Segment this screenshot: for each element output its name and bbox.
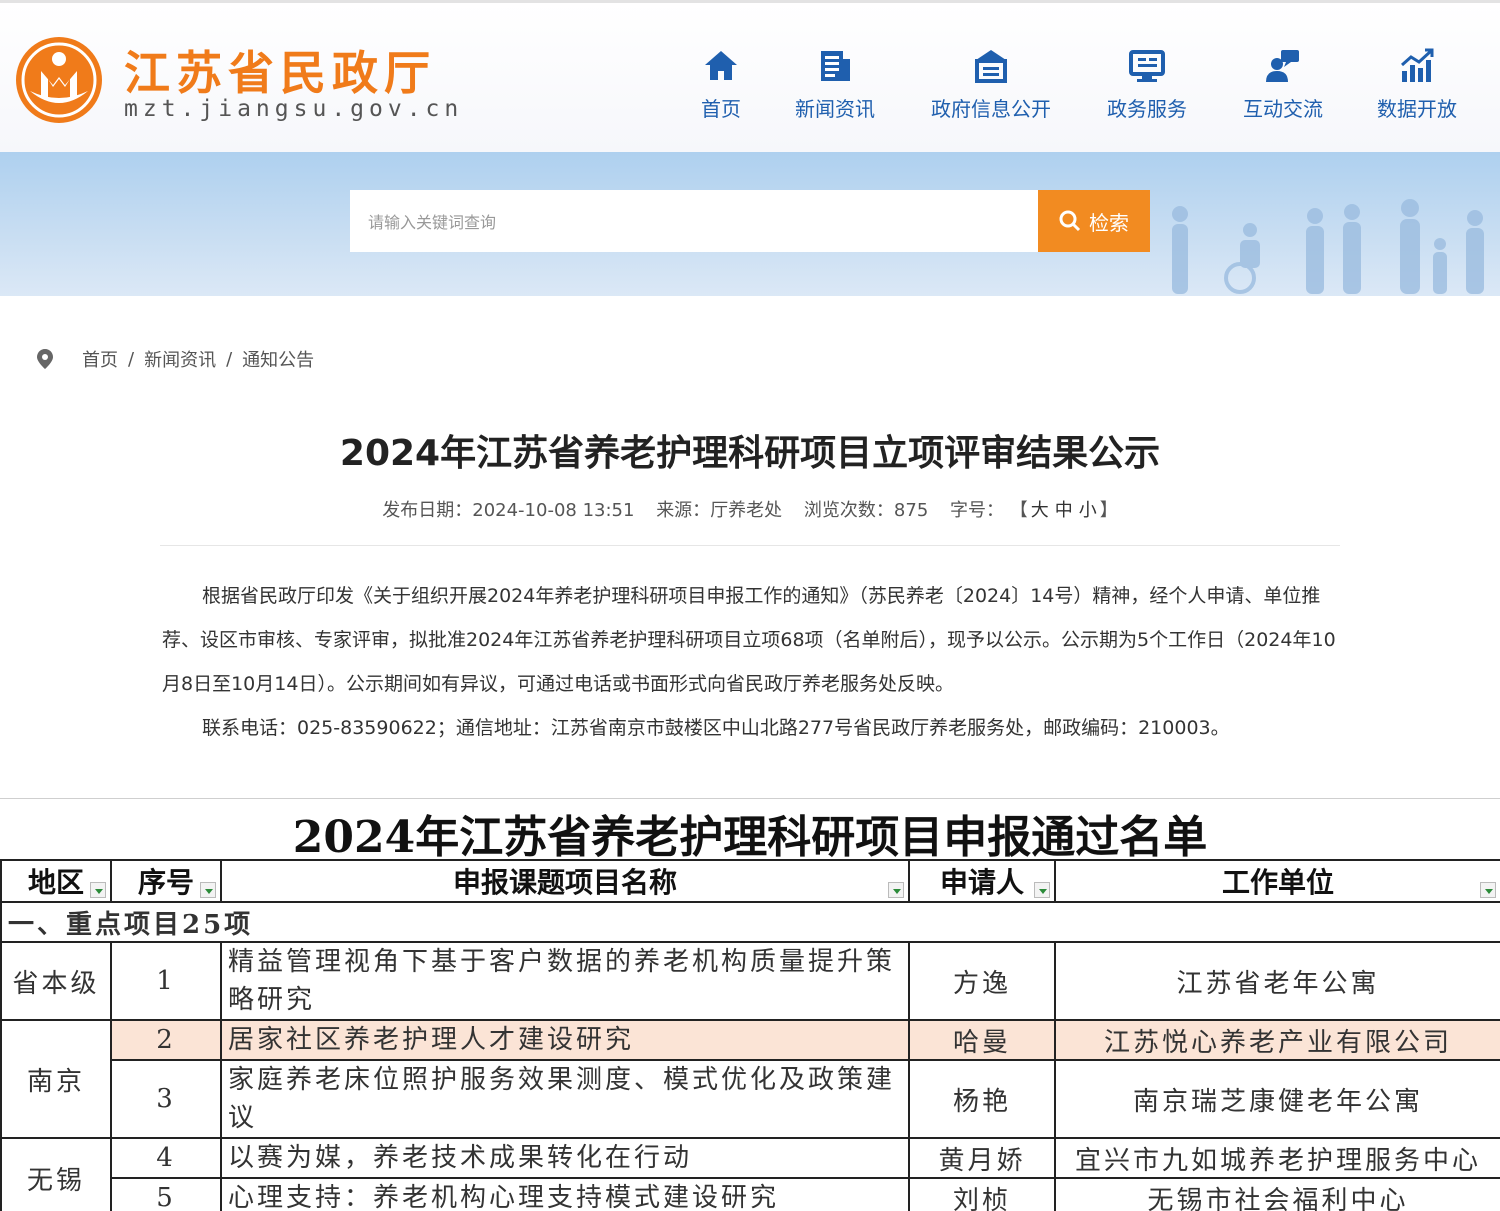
cell-project-name: 以赛为媒，养老技术成果转化在行动 <box>220 1137 910 1179</box>
cell-number: 5 <box>110 1177 222 1211</box>
filter-dropdown-icon[interactable] <box>1480 882 1496 898</box>
cell-unit: 南京瑞芝康健老年公寓 <box>1054 1059 1500 1139</box>
nav-item-open-data[interactable]: 数据开放 <box>1347 47 1487 122</box>
breadcrumb: 首页 / 新闻资讯 / 通知公告 <box>36 346 314 372</box>
cell-number: 3 <box>110 1059 222 1139</box>
header-applicant: 申请人 <box>908 859 1056 903</box>
cell-region: 省本级 <box>0 941 112 1021</box>
article-source: 来源：厅养老处 <box>656 500 783 521</box>
article-body: 根据省民政厅印发《关于组织开展2024年养老护理科研项目申报工作的通知》（苏民养… <box>162 574 1342 750</box>
nav-label: 政务服务 <box>1107 97 1187 121</box>
service-monitor-icon <box>1129 50 1165 82</box>
nav-label: 新闻资讯 <box>795 97 875 121</box>
font-size-medium[interactable]: 中 <box>1055 500 1073 521</box>
table-row: 5 心理支持：养老机构心理支持模式建设研究 刘桢 无锡市社会福利中心 <box>1 1177 1500 1211</box>
cell-project-name: 家庭养老床位照护服务效果测度、模式优化及政策建议 <box>220 1059 910 1139</box>
cell-applicant: 哈曼 <box>908 1019 1056 1061</box>
font-size-switcher: 字号： 【大中小】 <box>950 500 1118 521</box>
filter-dropdown-icon[interactable] <box>200 882 216 898</box>
data-chart-icon <box>1401 48 1434 82</box>
cell-applicant: 黄月娇 <box>908 1137 1056 1179</box>
cell-applicant: 方逸 <box>908 941 1056 1021</box>
cell-number: 1 <box>110 941 222 1021</box>
font-size-small[interactable]: 小 <box>1079 500 1097 521</box>
article-meta: 发布日期：2024-10-08 13:51 来源：厅养老处 浏览次数：875 字… <box>0 496 1500 522</box>
search-input[interactable]: 请输入关键词查询 <box>350 190 1038 252</box>
filter-dropdown-icon[interactable] <box>90 882 106 898</box>
search-icon <box>1059 210 1081 232</box>
breadcrumb-news[interactable]: 新闻资讯 <box>144 346 216 372</box>
cell-project-name: 心理支持：养老机构心理支持模式建设研究 <box>220 1177 910 1211</box>
nav-label: 互动交流 <box>1243 97 1323 121</box>
nav-item-news[interactable]: 新闻资讯 <box>765 47 905 122</box>
search-banner: 请输入关键词查询 检索 <box>0 152 1500 296</box>
filter-dropdown-icon[interactable] <box>888 882 904 898</box>
location-pin-icon <box>37 349 53 369</box>
font-size-large[interactable]: 大 <box>1031 500 1049 521</box>
home-icon <box>705 51 737 80</box>
project-table: 地区 序号 申报课题项目名称 申请人 工作单位 一、重点项目25项 省本级 1 … <box>0 859 1500 1211</box>
cell-unit: 江苏悦心养老产业有限公司 <box>1054 1019 1500 1061</box>
table-row: 无锡 4 以赛为媒，养老技术成果转化在行动 黄月娇 宜兴市九如城养老护理服务中心 <box>0 1137 1500 1211</box>
cell-applicant: 杨艳 <box>908 1059 1056 1139</box>
nav-item-government-info[interactable]: 政府信息公开 <box>921 47 1061 122</box>
cell-project-name: 居家社区养老护理人才建设研究 <box>220 1019 910 1061</box>
meta-divider <box>160 545 1340 546</box>
cell-number: 2 <box>110 1019 222 1061</box>
publish-date: 发布日期：2024-10-08 13:51 <box>382 500 635 521</box>
nav-label: 政府信息公开 <box>931 97 1051 121</box>
cell-project-name: 精益管理视角下基于客户数据的养老机构质量提升策 略研究 <box>220 941 910 1021</box>
header-number: 序号 <box>110 859 222 903</box>
view-count: 浏览次数：875 <box>803 500 929 521</box>
sheet-title: 2024年江苏省养老护理科研项目申报通过名单 <box>292 812 1208 863</box>
search-button[interactable]: 检索 <box>1038 190 1150 252</box>
breadcrumb-separator: / <box>226 348 233 370</box>
site-header: 江苏省民政厅 mzt.jiangsu.gov.cn 首页 新闻资讯 政府信息公开… <box>0 0 1500 152</box>
cell-applicant: 刘桢 <box>908 1177 1056 1211</box>
nav-item-service[interactable]: 政务服务 <box>1077 47 1217 122</box>
nav-item-interaction[interactable]: 互动交流 <box>1213 47 1353 122</box>
banner-people-silhouette-icon <box>1172 199 1484 294</box>
article-paragraph: 根据省民政厅印发《关于组织开展2024年养老护理科研项目申报工作的通知》（苏民养… <box>162 585 1336 695</box>
main-nav: 首页 新闻资讯 政府信息公开 政务服务 互动交流 数据开放 <box>0 47 1500 137</box>
table-row: 省本级 1 精益管理视角下基于客户数据的养老机构质量提升策 略研究 方逸 江苏省老… <box>0 941 1500 1021</box>
cell-unit: 宜兴市九如城养老护理服务中心 <box>1054 1137 1500 1179</box>
article-paragraph: 联系电话：025-83590622；通信地址：江苏省南京市鼓楼区中山北路277号… <box>202 717 1230 739</box>
article-title: 2024年江苏省养老护理科研项目立项评审结果公示 <box>339 433 1161 474</box>
cell-unit: 无锡市社会福利中心 <box>1054 1177 1500 1211</box>
project-list-sheet: 2024年江苏省养老护理科研项目申报通过名单 地区 序号 申报课题项目名称 申请… <box>0 798 1500 1211</box>
table-row: 南京 2 居家社区养老护理人才建设研究 哈曼 江苏悦心养老产业有限公司 <box>0 1019 1500 1139</box>
header-unit: 工作单位 <box>1054 859 1500 903</box>
filter-dropdown-icon[interactable] <box>1034 882 1050 898</box>
government-info-icon <box>975 50 1007 83</box>
search-button-label: 检索 <box>1089 210 1129 235</box>
breadcrumb-separator: / <box>128 348 135 370</box>
header-project-name: 申报课题项目名称 <box>220 859 910 903</box>
header-region: 地区 <box>0 859 112 903</box>
cell-unit: 江苏省老年公寓 <box>1054 941 1500 1021</box>
cell-region: 南京 <box>0 1019 112 1139</box>
nav-label: 首页 <box>701 97 741 121</box>
section-row: 一、重点项目25项 <box>0 901 1500 943</box>
interaction-icon <box>1266 50 1299 82</box>
news-icon <box>821 51 850 81</box>
table-header-row: 地区 序号 申报课题项目名称 申请人 工作单位 <box>0 859 1500 903</box>
cell-region: 无锡 <box>0 1137 112 1211</box>
cell-number: 4 <box>110 1137 222 1179</box>
table-row: 3 家庭养老床位照护服务效果测度、模式优化及政策建议 杨艳 南京瑞芝康健老年公寓 <box>1 1059 1500 1139</box>
section-label: 一、重点项目25项 <box>0 901 1500 943</box>
breadcrumb-notices[interactable]: 通知公告 <box>242 346 314 372</box>
breadcrumb-home[interactable]: 首页 <box>82 346 118 372</box>
nav-label: 数据开放 <box>1377 97 1457 121</box>
